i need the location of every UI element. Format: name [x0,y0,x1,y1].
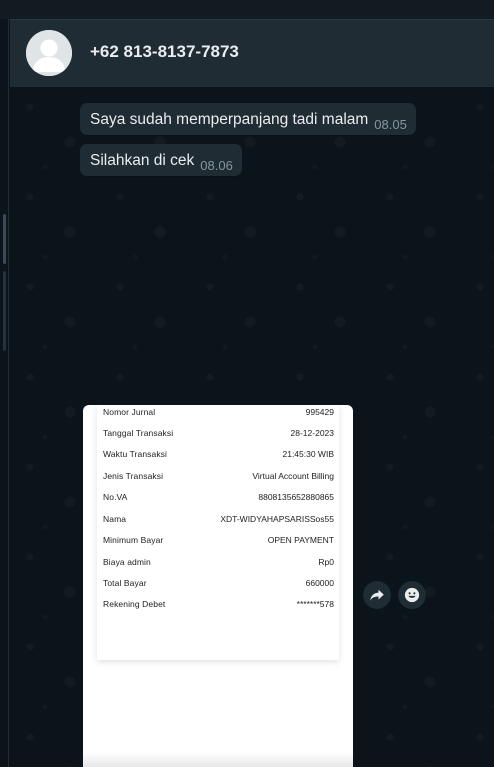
receipt-label: Waktu Transaksi [103,449,168,459]
forward-arrow-icon[interactable] [363,581,391,609]
receipt-label: Jenis Transaksi [103,471,164,481]
receipt-label: Biaya admin [103,557,151,567]
receipt-row: Waktu Transaksi 21:45:30 WIB [103,447,334,461]
receipt-value: *******578 [296,599,334,609]
default-avatar-icon[interactable] [26,30,72,76]
receipt-value: 28-12-2023 [290,428,334,438]
receipt-label: Nama [103,514,127,524]
receipt-value: 995429 [305,407,334,417]
receipt-row: Nomor Jurnal 995429 [103,405,334,419]
receipt-value: Virtual Account Billing [252,471,334,481]
receipt-label: Nomor Jurnal [103,407,156,417]
receipt-value: 21:45:30 WIB [282,449,334,459]
receipt-label: No.VA [103,492,128,502]
receipt-value: XDT-WIDYAHAPSARISSos55 [220,514,334,524]
message-bubble[interactable]: Saya sudah memperpanjang tadi malam 08.05 [80,103,416,135]
smiley-face-icon[interactable] [398,581,426,609]
receipt-value: OPEN PAYMENT [267,535,334,545]
receipt-label: Minimum Bayar [103,535,164,545]
receipt-label: Tanggal Transaksi [103,428,174,438]
receipt-label: Total Bayar [103,578,147,588]
message-bubble[interactable]: Silahkan di cek 08.06 [80,144,242,176]
message-text: Saya sudah memperpanjang tadi malam [90,111,369,128]
chat-list-edge [0,19,9,767]
image-bottom-edge [83,753,353,767]
receipt-value: 8808135652880865 [258,492,334,502]
receipt-row: Nama XDT-WIDYAHAPSARISSos55 [103,512,334,526]
receipt-value: 660000 [305,578,334,588]
message-time: 08.05 [374,117,407,132]
message-text: Silahkan di cek [90,152,195,169]
receipt-row: Tanggal Transaksi 28-12-2023 [103,426,334,440]
receipt-row: No.VA 8808135652880865 [103,490,334,504]
receipt-row: Minimum Bayar OPEN PAYMENT [103,533,334,547]
receipt-image: Nomor Jurnal 995429 Tanggal Transaksi 28… [97,405,339,660]
scroll-indicator[interactable] [3,214,6,264]
window-top-strip [0,0,494,19]
image-message[interactable]: Nomor Jurnal 995429 Tanggal Transaksi 28… [83,405,353,767]
receipt-row: Rekening Debet *******578 [103,597,334,611]
receipt-value: Rp0 [318,557,334,567]
contact-name[interactable]: +62 813-8137-7873 [90,42,239,62]
receipt-row: Biaya admin Rp0 [103,555,334,569]
chat-header[interactable]: +62 813-8137-7873 [10,19,494,87]
scroll-indicator-track [3,271,6,351]
message-time: 08.06 [200,158,233,173]
receipt-row: Jenis Transaksi Virtual Account Billing [103,469,334,483]
receipt-label: Rekening Debet [103,599,166,609]
conversation-panel: Saya sudah memperpanjang tadi malam 08.05… [10,87,494,767]
receipt-row: Total Bayar 660000 [103,576,334,590]
